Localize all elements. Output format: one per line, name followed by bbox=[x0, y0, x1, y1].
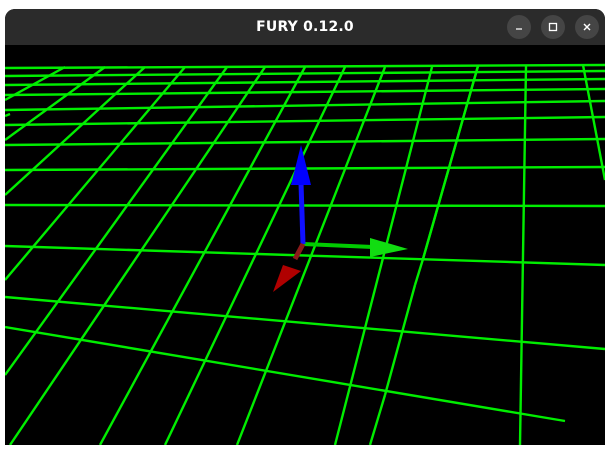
grid-line bbox=[5, 112, 11, 118]
window-title: FURY 0.12.0 bbox=[256, 19, 354, 35]
maximize-icon bbox=[548, 22, 558, 32]
grid-line bbox=[235, 66, 387, 445]
grid-line bbox=[413, 258, 425, 286]
window-controls bbox=[507, 15, 599, 39]
y-axis-arrow-icon bbox=[291, 145, 311, 185]
3d-viewport[interactable] bbox=[5, 45, 605, 445]
grid-line bbox=[5, 137, 605, 147]
app-window: FURY 0.12.0 bbox=[5, 9, 605, 445]
grid-line bbox=[5, 87, 605, 97]
x-axis-arrow-icon bbox=[370, 238, 408, 257]
z-axis-arrow-icon bbox=[273, 265, 301, 292]
grid bbox=[5, 63, 605, 445]
minimize-icon bbox=[516, 28, 522, 30]
grid-line bbox=[5, 99, 605, 112]
z-axis-shaft bbox=[292, 242, 306, 261]
grid-line bbox=[383, 284, 417, 396]
y-axis-shaft bbox=[298, 182, 306, 245]
close-button[interactable] bbox=[575, 15, 599, 39]
maximize-button[interactable] bbox=[541, 15, 565, 39]
grid-line bbox=[5, 77, 605, 87]
grid-line bbox=[421, 65, 480, 260]
grid-line bbox=[5, 203, 605, 208]
grid-line bbox=[5, 66, 228, 376]
grid-line bbox=[5, 66, 146, 196]
grid-line bbox=[518, 65, 528, 445]
grid-line bbox=[5, 66, 106, 141]
grid-line bbox=[581, 64, 605, 181]
grid-line bbox=[368, 394, 387, 445]
close-icon bbox=[583, 23, 591, 31]
grid-line bbox=[5, 325, 566, 423]
grid-line bbox=[5, 115, 605, 127]
title-bar[interactable]: FURY 0.12.0 bbox=[5, 9, 605, 45]
scene-canvas[interactable] bbox=[5, 45, 605, 445]
minimize-button[interactable] bbox=[507, 15, 531, 39]
